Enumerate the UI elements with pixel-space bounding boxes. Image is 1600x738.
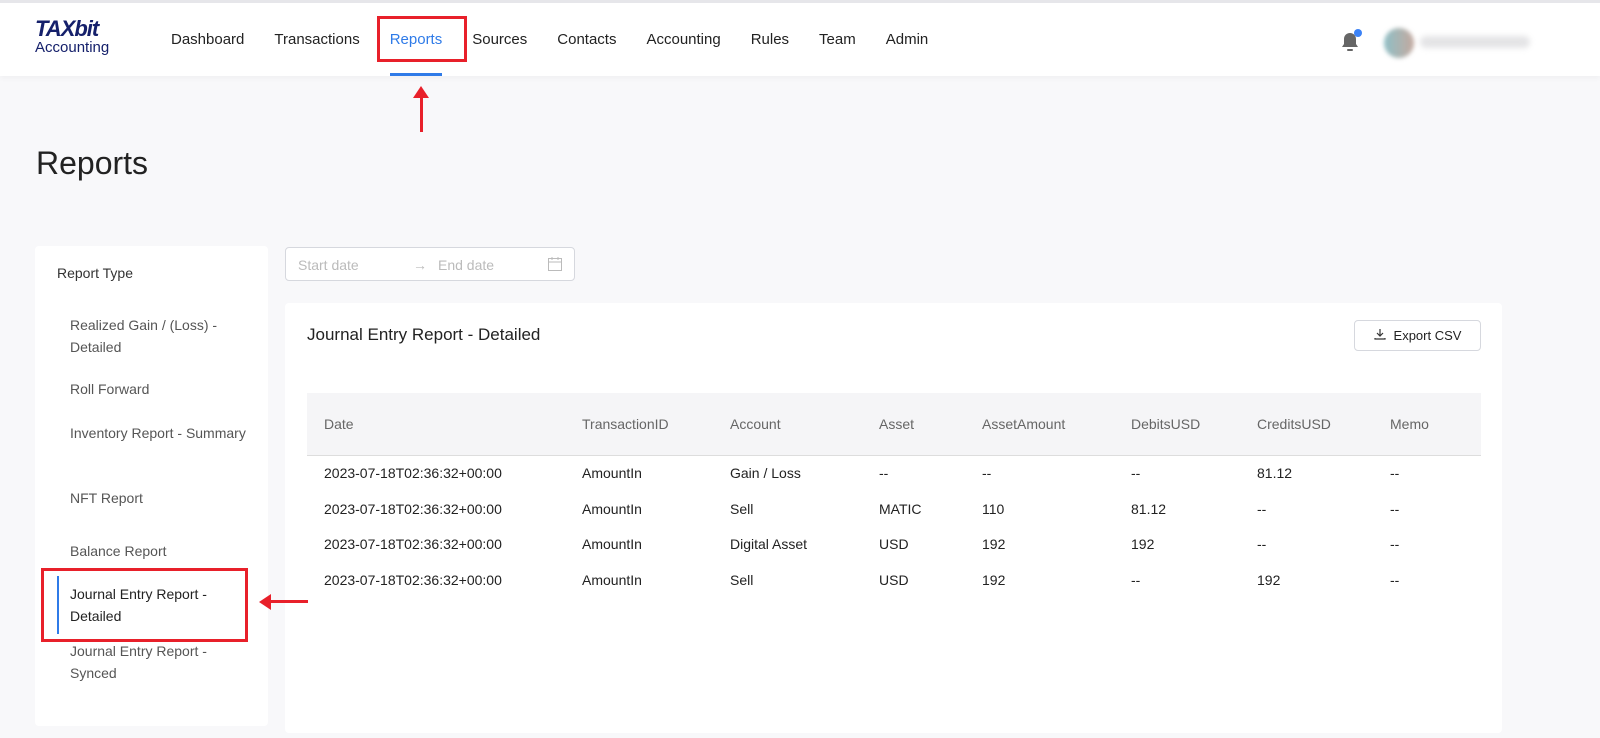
sidebar-item-roll-forward[interactable]: Roll Forward [70, 378, 250, 400]
end-date-input[interactable]: End date [438, 257, 494, 273]
table-cell: 2023-07-18T02:36:32+00:00 [324, 465, 502, 482]
calendar-icon [547, 256, 563, 275]
table-cell: 2023-07-18T02:36:32+00:00 [324, 536, 502, 553]
column-header[interactable]: AssetAmount [982, 393, 1131, 456]
table-cell: 110 [982, 500, 1005, 517]
nav-transactions[interactable]: Transactions [259, 3, 374, 76]
nav-contacts[interactable]: Contacts [542, 3, 631, 76]
table-cell: -- [1390, 536, 1400, 553]
page-title: Reports [36, 145, 149, 181]
column-header[interactable]: Memo [1390, 393, 1481, 456]
table-cell: 192 [982, 536, 1006, 553]
report-type-sidebar: Report Type Realized Gain / (Loss) - Det… [35, 246, 268, 726]
annotation-arrowhead-up [413, 86, 429, 98]
logo-text: TAXbit [35, 16, 99, 41]
column-header[interactable]: CreditsUSD [1257, 393, 1390, 456]
download-icon [1373, 328, 1386, 343]
table-cell: -- [1131, 465, 1141, 482]
sidebar-item-inventory[interactable]: Inventory Report - Summary [70, 422, 250, 444]
table-cell: -- [879, 465, 889, 482]
table-cell: -- [982, 465, 992, 482]
table-cell: 192 [1257, 571, 1281, 588]
journal-entry-table: Date TransactionID Account Asset AssetAmount… [307, 393, 1481, 598]
taxbit-logo[interactable]: TAXbit Accounting [35, 16, 110, 56]
table-cell: AmountIn [582, 571, 642, 588]
column-header[interactable]: TransactionID [582, 393, 730, 456]
date-range-picker[interactable]: Start date → End date [285, 247, 575, 281]
column-header[interactable]: Account [730, 393, 879, 456]
table-row: 2023-07-18T02:36:32+00:00 AmountIn Sell MAT… [307, 491, 1481, 527]
column-header[interactable]: Date [307, 393, 582, 456]
table-cell: -- [1390, 571, 1400, 588]
sidebar-item-balance[interactable]: Balance Report [70, 540, 250, 562]
sidebar-item-nft[interactable]: NFT Report [70, 487, 250, 509]
table-cell: Sell [730, 500, 754, 517]
sidebar-item-realized-gain[interactable]: Realized Gain / (Loss) - Detailed [70, 314, 250, 358]
table-cell: Digital Asset [730, 536, 808, 553]
table-cell: AmountIn [582, 465, 642, 482]
table-cell: Sell [730, 571, 754, 588]
start-date-input[interactable]: Start date [298, 257, 359, 273]
nav-team[interactable]: Team [804, 3, 871, 76]
nav-rules[interactable]: Rules [736, 3, 804, 76]
table-row: 2023-07-18T02:36:32+00:00 AmountIn Digital… [307, 527, 1481, 563]
export-csv-button[interactable]: Export CSV [1354, 320, 1481, 351]
annotation-box-reports [377, 16, 467, 62]
table-cell: -- [1390, 465, 1400, 482]
top-nav-bar: TAXbit Accounting Dashboard Transactions… [0, 0, 1600, 76]
table-cell: 81.12 [1131, 500, 1167, 517]
table-cell: USD [879, 571, 909, 588]
table-cell: -- [1257, 536, 1267, 553]
annotation-arrow-left [270, 600, 308, 603]
user-name-blurred[interactable] [1420, 36, 1530, 48]
notification-bell-icon[interactable] [1340, 29, 1362, 53]
table-cell: Gain / Loss [730, 465, 801, 482]
column-header[interactable]: DebitsUSD [1131, 393, 1257, 456]
sidebar-item-journal-synced[interactable]: Journal Entry Report - Synced [70, 640, 250, 684]
annotation-arrow-up [420, 94, 423, 132]
table-cell: -- [1131, 571, 1141, 588]
table-cell: -- [1390, 500, 1400, 517]
annotation-box-journal [41, 568, 248, 642]
arrow-right-icon: → [413, 257, 427, 273]
table-cell: MATIC [879, 500, 922, 517]
table-cell: 2023-07-18T02:36:32+00:00 [324, 500, 502, 517]
logo-subtext: Accounting [35, 39, 110, 56]
report-card: Journal Entry Report - Detailed Export C… [285, 303, 1502, 733]
notification-dot [1354, 29, 1362, 37]
sidebar-title: Report Type [57, 265, 134, 281]
table-cell: USD [879, 536, 909, 553]
table-row: 2023-07-18T02:36:32+00:00 AmountIn Sell USD… [307, 562, 1481, 598]
export-csv-label: Export CSV [1393, 328, 1462, 343]
main-nav: Dashboard Transactions Reports Sources C… [156, 3, 943, 76]
nav-accounting[interactable]: Accounting [631, 3, 735, 76]
nav-dashboard[interactable]: Dashboard [156, 3, 259, 76]
table-cell: 2023-07-18T02:36:32+00:00 [324, 571, 502, 588]
table-cell: -- [1257, 500, 1267, 517]
table-row: 2023-07-18T02:36:32+00:00 AmountIn Gain / … [307, 455, 1481, 491]
table-cell: 192 [982, 571, 1006, 588]
table-cell: AmountIn [582, 500, 642, 517]
column-header[interactable]: Asset [879, 393, 982, 456]
report-title: Journal Entry Report - Detailed [307, 325, 541, 344]
table-cell: 81.12 [1257, 465, 1293, 482]
nav-sources[interactable]: Sources [457, 3, 542, 76]
table-cell: 192 [1131, 536, 1155, 553]
user-avatar[interactable] [1384, 28, 1414, 58]
table-cell: AmountIn [582, 536, 642, 553]
annotation-arrowhead-left [259, 594, 271, 610]
nav-admin[interactable]: Admin [871, 3, 944, 76]
